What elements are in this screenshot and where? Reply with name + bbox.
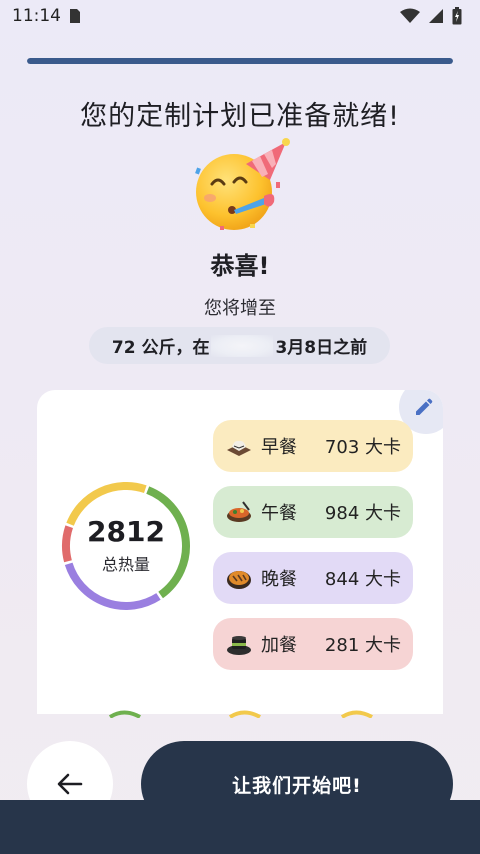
goal-subline: 您将增至 — [204, 298, 276, 319]
total-calories-label: 总热量 — [101, 555, 150, 575]
onboarding-progress-bar — [27, 58, 453, 64]
status-bar: 11:14 — [0, 0, 480, 32]
page-title: 您的定制计划已准备就绪! — [80, 101, 400, 132]
meal-name: 加餐 — [261, 635, 297, 656]
next-section-peek — [108, 710, 373, 718]
arrow-left-icon — [57, 773, 83, 795]
goal-weight-text: 72 公斤，在 — [111, 338, 210, 358]
congrats-heading: 恭喜! — [210, 252, 270, 280]
donut-center: 2812 总热量 — [60, 480, 192, 612]
meal-row-snack[interactable]: 加餐 281 大卡 — [213, 618, 413, 670]
pencil-icon — [416, 398, 433, 415]
goal-weight-date-pill: 72 公斤，在 3月8日之前 — [89, 327, 390, 364]
breakfast-icon — [227, 440, 251, 456]
snack-icon — [227, 636, 251, 655]
goal-date-text: 3月8日之前 — [275, 338, 368, 358]
meal-kcal: 984 大卡 — [324, 503, 401, 524]
battery-icon — [452, 7, 462, 25]
meal-name: 早餐 — [261, 437, 297, 458]
meal-kcal: 281 大卡 — [324, 635, 401, 656]
sim-card-icon — [70, 9, 80, 23]
party-face-emoji — [190, 138, 290, 232]
meal-row-breakfast[interactable]: 早餐 703 大卡 — [213, 420, 413, 472]
meal-row-dinner[interactable]: 晚餐 844 大卡 — [213, 552, 413, 604]
redacted-year — [211, 334, 274, 357]
meal-name: 午餐 — [261, 503, 297, 524]
calorie-plan-card: 2812 总热量 早餐 703 大卡 午餐 984 大卡 晚餐 844 大卡 加… — [37, 390, 443, 714]
total-calories: 2812 — [87, 514, 165, 548]
meal-name: 晚餐 — [261, 569, 297, 590]
lunch-icon — [227, 501, 251, 522]
dinner-icon — [227, 571, 251, 589]
meal-kcal: 703 大卡 — [324, 437, 401, 458]
start-button-label: 让我们开始吧! — [232, 775, 362, 797]
cell-signal-icon — [429, 9, 443, 23]
meal-row-lunch[interactable]: 午餐 984 大卡 — [213, 486, 413, 538]
onboarding-progress-fill — [27, 58, 453, 64]
system-navigation-bar — [0, 800, 480, 854]
meal-kcal: 844 大卡 — [324, 569, 401, 590]
wifi-icon — [400, 8, 420, 23]
status-time: 11:14 — [12, 6, 61, 26]
